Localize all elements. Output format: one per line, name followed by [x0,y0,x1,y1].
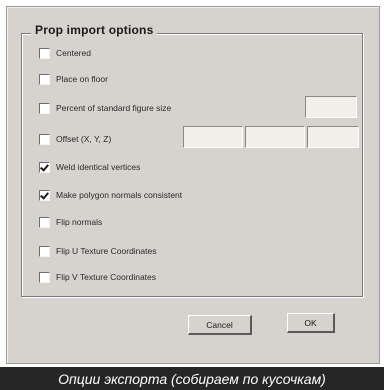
flip-u-texture-label: Flip U Texture Coordinates [56,246,157,256]
flip-v-texture-label: Flip V Texture Coordinates [56,272,157,282]
offset-z-input[interactable] [307,126,359,148]
ok-button[interactable]: OK [287,313,335,333]
flip-normals-checkbox[interactable] [39,216,50,228]
percent-figure-size-checkbox[interactable] [39,102,50,114]
import-options-dialog: Prop import options Centered Place on fl… [6,6,380,364]
group-title: Prop import options [31,23,158,37]
weld-vertices-checkbox[interactable] [39,161,50,173]
option-percent-figure-size[interactable]: Percent of standard figure size [39,100,171,116]
image-caption: Опции экспорта (собираем по кусочкам) [0,367,384,390]
option-offset-xyz[interactable]: Offset (X, Y, Z) [39,131,111,147]
weld-vertices-label: Weld identical vertices [56,162,141,172]
option-place-on-floor[interactable]: Place on floor [39,71,108,87]
place-on-floor-label: Place on floor [56,74,108,84]
centered-checkbox[interactable] [39,47,50,59]
place-on-floor-checkbox[interactable] [39,73,50,85]
offset-xyz-label: Offset (X, Y, Z) [56,134,112,144]
option-weld-vertices[interactable]: Weld identical vertices [39,159,140,175]
polygon-normals-checkbox[interactable] [39,189,50,201]
flip-normals-label: Flip normals [56,217,103,227]
offset-xyz-checkbox[interactable] [39,133,50,145]
offset-x-input[interactable] [183,126,243,148]
option-flip-v-texture[interactable]: Flip V Texture Coordinates [39,269,156,285]
percent-figure-size-label: Percent of standard figure size [56,103,172,113]
flip-u-texture-checkbox[interactable] [39,245,50,257]
flip-v-texture-checkbox[interactable] [39,271,50,283]
offset-y-input[interactable] [245,126,305,148]
polygon-normals-label: Make polygon normals consistent [56,190,183,200]
percent-value-input[interactable] [305,96,357,118]
option-flip-u-texture[interactable]: Flip U Texture Coordinates [39,243,156,259]
cancel-button[interactable]: Cancel [188,315,252,335]
option-flip-normals[interactable]: Flip normals [39,214,102,230]
option-centered[interactable]: Centered [39,45,91,61]
option-polygon-normals[interactable]: Make polygon normals consistent [39,187,182,203]
centered-label: Centered [56,48,91,58]
